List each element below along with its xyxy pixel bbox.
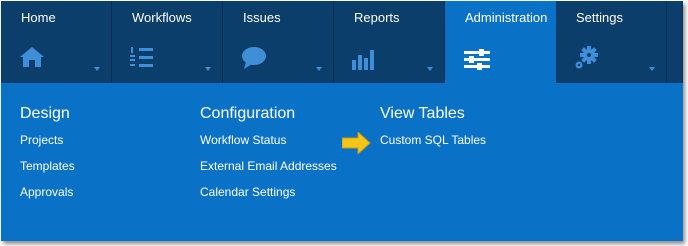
view-tables-column: View Tables Custom SQL Tables <box>380 105 486 160</box>
configuration-heading: Configuration <box>200 105 296 122</box>
custom-sql-tables-link[interactable]: Custom SQL Tables <box>380 134 486 147</box>
tab-settings[interactable]: Settings <box>556 1 667 83</box>
tab-workflows[interactable]: Workflows <box>112 1 223 83</box>
tab-issues-label: Issues <box>243 10 281 25</box>
bar-chart-icon <box>352 46 378 75</box>
chevron-down-icon[interactable] <box>649 67 655 71</box>
design-heading: Design <box>20 105 70 122</box>
workflow-status-link[interactable]: Workflow Status <box>200 134 337 147</box>
tab-reports-label: Reports <box>354 10 400 25</box>
tab-home[interactable]: Home <box>1 1 112 83</box>
pointer-arrow-icon <box>341 130 371 159</box>
tab-settings-label: Settings <box>576 10 623 25</box>
design-column: Design Projects Templates Approvals <box>20 105 75 212</box>
tab-reports[interactable]: Reports <box>334 1 445 83</box>
tab-home-label: Home <box>21 10 56 25</box>
chevron-down-icon[interactable] <box>205 67 211 71</box>
view-tables-heading: View Tables <box>380 105 465 122</box>
calendar-settings-link[interactable]: Calendar Settings <box>200 186 337 199</box>
templates-link[interactable]: Templates <box>20 160 75 173</box>
admin-menu-screenshot: Home Workflows Issues Reports Administra… <box>1 1 683 241</box>
home-icon <box>19 46 45 73</box>
chevron-down-icon[interactable] <box>94 67 100 71</box>
tab-overflow <box>667 1 683 83</box>
sliders-icon <box>464 49 492 76</box>
tab-issues[interactable]: Issues <box>223 1 334 83</box>
workflow-list-icon <box>130 46 156 75</box>
projects-link[interactable]: Projects <box>20 134 75 147</box>
gears-icon <box>574 46 600 75</box>
chevron-down-icon[interactable] <box>427 67 433 71</box>
external-email-addresses-link[interactable]: External Email Addresses <box>200 160 337 173</box>
approvals-link[interactable]: Approvals <box>20 186 75 199</box>
tab-administration[interactable]: Administration <box>445 1 556 83</box>
chevron-down-icon[interactable] <box>316 67 322 71</box>
top-navigation-bar: Home Workflows Issues Reports Administra… <box>1 1 683 83</box>
tab-workflows-label: Workflows <box>132 10 192 25</box>
speech-bubble-icon <box>241 46 267 75</box>
tab-administration-label: Administration <box>465 10 548 25</box>
configuration-column: Configuration Workflow Status External E… <box>200 105 337 212</box>
